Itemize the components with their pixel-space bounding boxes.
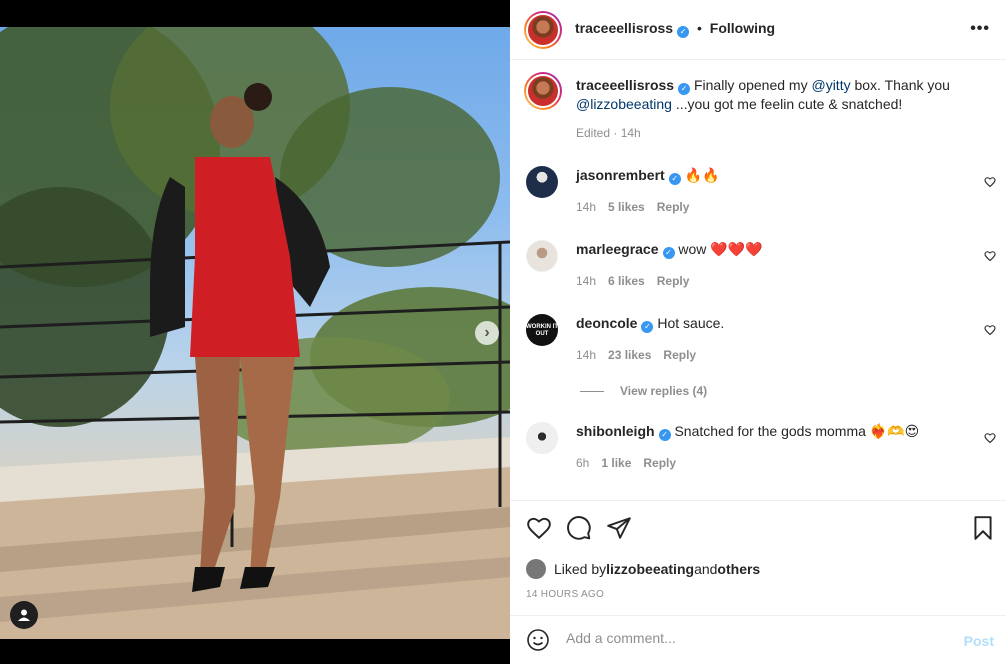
- post-timestamp[interactable]: 14 HOURS AGO: [526, 589, 604, 600]
- comment-body: jasonrembert ✓ 🔥🔥: [576, 166, 719, 185]
- comment-meta: 6h 1 like Reply: [576, 456, 688, 470]
- caption-time: 14h: [620, 126, 641, 140]
- comment-like-heart-icon[interactable]: [984, 250, 996, 262]
- comment-time[interactable]: 14h: [576, 200, 596, 214]
- header-user-line: traceeellisross ✓ • Following: [575, 20, 775, 38]
- post-photo: [0, 27, 510, 639]
- replies-divider: [580, 391, 604, 393]
- comment-text: Snatched for the gods momma ❤️‍🔥🫶😍: [674, 423, 920, 439]
- comment-text: Hot sauce.: [657, 315, 725, 331]
- verified-badge-icon: ✓: [668, 173, 681, 185]
- tagged-users-button[interactable]: [10, 601, 38, 629]
- comment-likes[interactable]: 5 likes: [608, 200, 645, 214]
- view-replies-label: View replies (4): [620, 384, 708, 398]
- separator-dot: •: [696, 20, 702, 36]
- reply-button[interactable]: Reply: [657, 274, 690, 288]
- author-username[interactable]: traceeellisross: [575, 20, 673, 36]
- verified-badge-icon: ✓: [678, 83, 691, 95]
- comment-body: marleegrace ✓ wow ❤️❤️❤️: [576, 240, 763, 259]
- caption-avatar-image: [526, 74, 560, 108]
- verified-badge-icon: ✓: [662, 247, 675, 259]
- comment-bubble-icon[interactable]: [566, 515, 592, 541]
- verified-badge-icon: ✓: [658, 429, 671, 441]
- share-send-icon[interactable]: [606, 515, 632, 541]
- caption-meta: Edited · 14h: [576, 126, 641, 140]
- caption-username[interactable]: traceeellisross: [576, 77, 674, 93]
- comment-like-heart-icon[interactable]: [984, 432, 996, 444]
- post-caption: traceeellisross ✓ Finally opened my @yitt…: [576, 76, 976, 113]
- post-details-panel: traceeellisross ✓ • Following ••• traceee…: [510, 0, 1006, 664]
- caption-text-2: box. Thank you: [850, 77, 950, 93]
- comment-meta: 14h 23 likes Reply: [576, 348, 708, 362]
- like-heart-icon[interactable]: [526, 515, 552, 541]
- comment-likes[interactable]: 23 likes: [608, 348, 651, 362]
- commenter-avatar[interactable]: [526, 240, 558, 272]
- caption-text: Finally opened my: [693, 77, 812, 93]
- liked-by-middle: and: [694, 561, 718, 577]
- comment-body: shibonleigh ✓ Snatched for the gods momma…: [576, 422, 919, 441]
- comment-meta: 14h 5 likes Reply: [576, 200, 701, 214]
- bookmark-save-icon[interactable]: [970, 515, 996, 541]
- commenter-avatar[interactable]: WORKIN IT OUT: [526, 314, 558, 346]
- comment-likes[interactable]: 6 likes: [608, 274, 645, 288]
- comment-time[interactable]: 6h: [576, 456, 589, 470]
- comment-likes[interactable]: 1 like: [601, 456, 631, 470]
- commenter-username[interactable]: marleegrace: [576, 241, 659, 257]
- liked-by-others-link[interactable]: others: [717, 561, 760, 577]
- post-header: traceeellisross ✓ • Following •••: [510, 0, 1006, 60]
- commenter-username[interactable]: shibonleigh: [576, 423, 655, 439]
- post-actions: Liked by lizzobeeating and others 14 HOU…: [510, 500, 1006, 615]
- mention-yitty[interactable]: @yitty: [811, 77, 850, 93]
- author-avatar-image: [526, 13, 560, 47]
- following-button[interactable]: Following: [710, 20, 775, 36]
- comment-like-heart-icon[interactable]: [984, 176, 996, 188]
- liker-username[interactable]: lizzobeeating: [606, 561, 694, 577]
- caption-text-3: ...you got me feelin cute & snatched!: [671, 96, 903, 112]
- reply-button[interactable]: Reply: [657, 200, 690, 214]
- commenter-avatar[interactable]: [526, 422, 558, 454]
- commenter-avatar[interactable]: [526, 166, 558, 198]
- caption-author-avatar[interactable]: [524, 72, 562, 110]
- author-avatar[interactable]: [524, 11, 562, 49]
- instagram-post-modal: › traceeellisross ✓ • Following ••• trac…: [0, 0, 1006, 664]
- carousel-next-button[interactable]: ›: [475, 321, 499, 345]
- commenter-username[interactable]: deoncole: [576, 315, 637, 331]
- comment-text: wow ❤️❤️❤️: [678, 241, 763, 257]
- more-horizontal-icon: •••: [970, 20, 990, 37]
- post-comment-button[interactable]: Post: [964, 633, 994, 649]
- comment-like-heart-icon[interactable]: [984, 324, 996, 336]
- view-replies-button[interactable]: View replies (4): [580, 384, 707, 398]
- reply-button[interactable]: Reply: [663, 348, 696, 362]
- comment-text: 🔥🔥: [684, 167, 720, 183]
- liker-avatar[interactable]: [526, 559, 546, 579]
- verified-badge-icon: ✓: [641, 321, 654, 333]
- comment-time[interactable]: 14h: [576, 348, 596, 362]
- user-icon: [18, 609, 30, 621]
- comment-input[interactable]: [566, 630, 936, 646]
- liked-by-line: Liked by lizzobeeating and others: [526, 559, 760, 579]
- emoji-smiley-icon[interactable]: [526, 628, 550, 652]
- verified-badge-icon: ✓: [677, 26, 690, 38]
- liked-by-prefix: Liked by: [554, 561, 607, 577]
- photo-scene: [0, 27, 510, 639]
- more-options-button[interactable]: •••: [970, 20, 990, 38]
- commenter-username[interactable]: jasonrembert: [576, 167, 665, 183]
- reply-button[interactable]: Reply: [643, 456, 676, 470]
- comment-time[interactable]: 14h: [576, 274, 596, 288]
- comment-meta: 14h 6 likes Reply: [576, 274, 701, 288]
- comment-body: deoncole ✓ Hot sauce.: [576, 314, 724, 333]
- mention-lizzobeeating[interactable]: @lizzobeeating: [576, 96, 672, 112]
- chevron-right-icon: ›: [484, 324, 490, 341]
- post-media: ›: [0, 0, 510, 664]
- add-comment-bar: Post: [510, 615, 1006, 664]
- edited-label: Edited: [576, 126, 611, 140]
